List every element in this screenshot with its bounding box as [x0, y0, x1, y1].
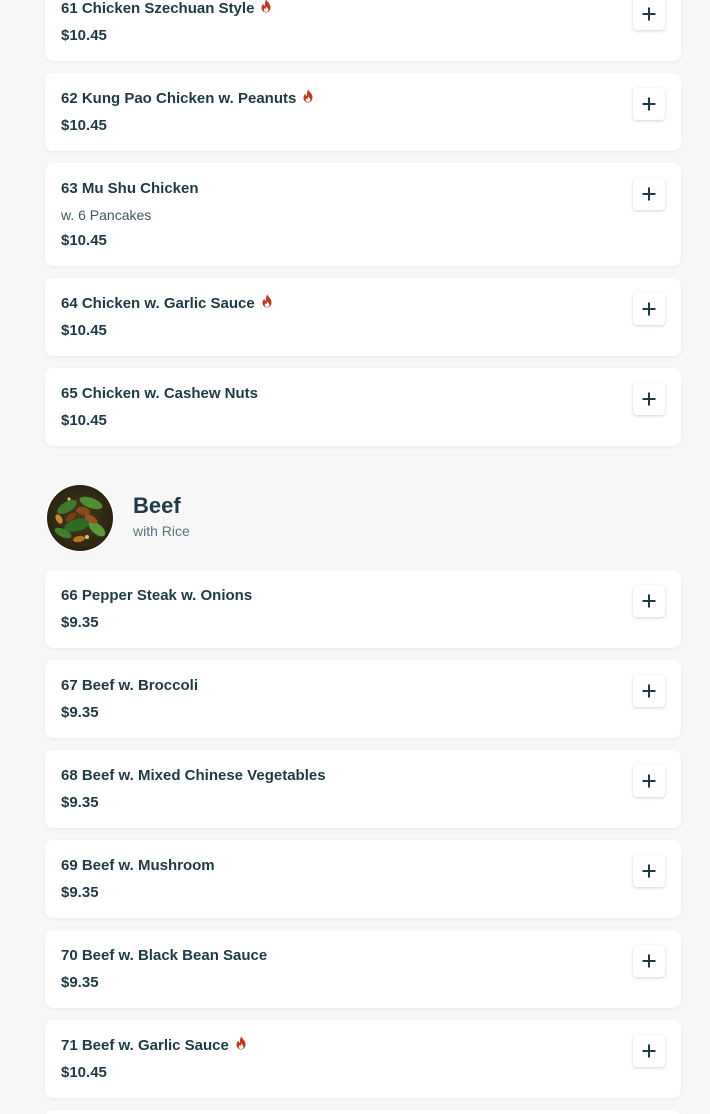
plus-icon — [642, 7, 656, 21]
item-name: 71 Beef w. Garlic Sauce — [61, 1036, 247, 1054]
flame-icon — [236, 1036, 246, 1049]
add-to-cart-button[interactable] — [633, 675, 665, 707]
menu-item-card[interactable]: 65 Chicken w. Cashew Nuts $10.45 — [45, 368, 681, 446]
add-to-cart-button[interactable] — [633, 585, 665, 617]
menu-item-card[interactable]: 70 Beef w. Black Bean Sauce $9.35 — [45, 930, 681, 1008]
add-to-cart-button[interactable] — [633, 1035, 665, 1067]
menu-page: 61 Chicken Szechuan Style $10.45 62 Kung… — [0, 0, 710, 1114]
item-name: 62 Kung Pao Chicken w. Peanuts — [61, 89, 314, 107]
item-name-text: 63 Mu Shu Chicken — [61, 180, 199, 197]
plus-icon — [642, 954, 656, 968]
menu-item-card[interactable]: 64 Chicken w. Garlic Sauce $10.45 — [45, 278, 681, 356]
item-name-text: 70 Beef w. Black Bean Sauce — [61, 947, 268, 964]
item-name: 66 Pepper Steak w. Onions — [61, 587, 252, 604]
plus-icon — [642, 774, 656, 788]
item-name-text: 68 Beef w. Mixed Chinese Vegetables — [61, 767, 326, 784]
menu-item-card[interactable]: 71 Beef w. Garlic Sauce $10.45 — [45, 1020, 681, 1098]
item-price: $9.35 — [61, 794, 99, 811]
item-name: 67 Beef w. Broccoli — [61, 677, 198, 694]
menu-item-card[interactable]: 66 Pepper Steak w. Onions $9.35 — [45, 570, 681, 648]
category-title: Beef — [133, 493, 181, 518]
menu-item-card[interactable]: 68 Beef w. Mixed Chinese Vegetables $9.3… — [45, 750, 681, 828]
plus-icon — [642, 392, 656, 406]
item-price: $10.45 — [61, 27, 107, 44]
plus-icon — [642, 97, 656, 111]
plus-icon — [642, 1044, 656, 1058]
plus-icon — [642, 684, 656, 698]
item-name-text: 65 Chicken w. Cashew Nuts — [61, 385, 259, 402]
menu-item-card[interactable] — [45, 1110, 681, 1114]
item-name: 61 Chicken Szechuan Style — [61, 0, 272, 17]
flame-icon — [261, 0, 271, 12]
add-to-cart-button[interactable] — [633, 293, 665, 325]
item-name-text: 66 Pepper Steak w. Onions — [61, 587, 253, 604]
item-name: 70 Beef w. Black Bean Sauce — [61, 947, 267, 964]
menu-item-card[interactable]: 67 Beef w. Broccoli $9.35 — [45, 660, 681, 738]
item-price: $10.45 — [61, 232, 107, 249]
menu-item-card[interactable]: 63 Mu Shu Chicken w. 6 Pancakes $10.45 — [45, 163, 681, 266]
item-price: $9.35 — [61, 884, 99, 901]
category-header-beef: Beef with Rice — [45, 483, 681, 553]
category-image — [47, 485, 113, 551]
add-to-cart-button[interactable] — [633, 765, 665, 797]
menu-item-card[interactable]: 69 Beef w. Mushroom $9.35 — [45, 840, 681, 918]
category-subtitle: with Rice — [133, 523, 190, 539]
item-name-text: 62 Kung Pao Chicken w. Peanuts — [61, 90, 297, 107]
item-price: $9.35 — [61, 614, 99, 631]
add-to-cart-button[interactable] — [633, 88, 665, 120]
item-name-text: 69 Beef w. Mushroom — [61, 857, 215, 874]
item-description: w. 6 Pancakes — [61, 207, 152, 223]
item-price: $10.45 — [61, 412, 107, 429]
item-price: $9.35 — [61, 704, 99, 721]
plus-icon — [642, 594, 656, 608]
add-to-cart-button[interactable] — [633, 945, 665, 977]
item-name-text: 67 Beef w. Broccoli — [61, 677, 198, 694]
add-to-cart-button[interactable] — [633, 383, 665, 415]
item-price: $9.35 — [61, 974, 99, 991]
item-name-text: 64 Chicken w. Garlic Sauce — [61, 295, 255, 312]
flame-icon — [262, 294, 272, 307]
plus-icon — [642, 302, 656, 316]
plus-icon — [642, 187, 656, 201]
flame-icon — [303, 89, 313, 102]
item-price: $10.45 — [61, 322, 107, 339]
beef-dish-image — [47, 485, 113, 551]
menu-item-card[interactable]: 62 Kung Pao Chicken w. Peanuts $10.45 — [45, 73, 681, 151]
item-name: 63 Mu Shu Chicken — [61, 180, 199, 197]
add-to-cart-button[interactable] — [633, 178, 665, 210]
item-name-text: 61 Chicken Szechuan Style — [61, 0, 255, 17]
item-price: $10.45 — [61, 117, 107, 134]
item-name-text: 71 Beef w. Garlic Sauce — [61, 1037, 229, 1054]
add-to-cart-button[interactable] — [633, 855, 665, 887]
plus-icon — [642, 864, 656, 878]
item-price: $10.45 — [61, 1064, 107, 1081]
item-name: 69 Beef w. Mushroom — [61, 857, 215, 874]
menu-item-card[interactable]: 61 Chicken Szechuan Style $10.45 — [45, 0, 681, 61]
add-to-cart-button[interactable] — [633, 0, 665, 30]
item-name: 65 Chicken w. Cashew Nuts — [61, 385, 258, 402]
item-name: 64 Chicken w. Garlic Sauce — [61, 294, 273, 312]
item-name: 68 Beef w. Mixed Chinese Vegetables — [61, 767, 326, 784]
